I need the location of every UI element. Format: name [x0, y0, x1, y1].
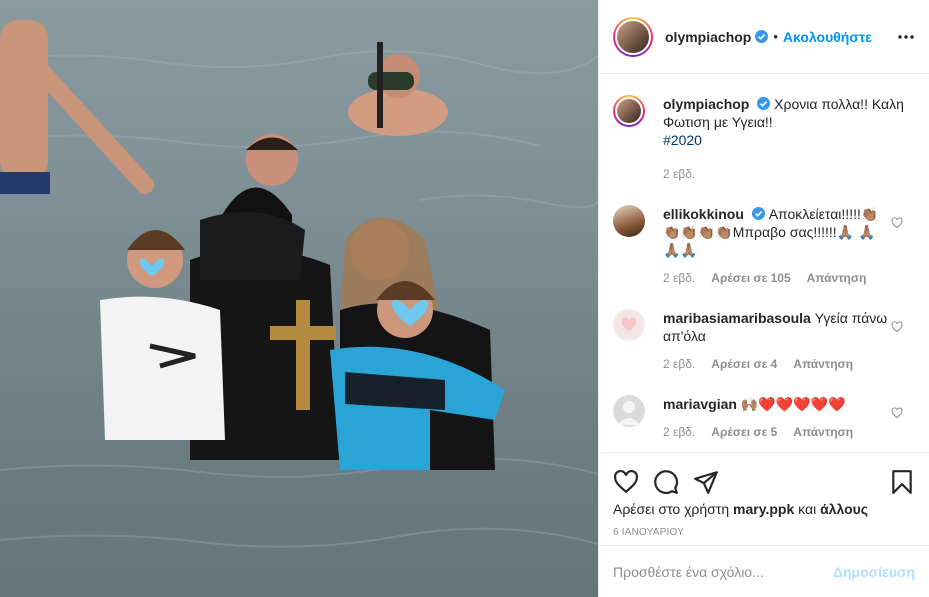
- comment-input[interactable]: [613, 563, 833, 580]
- comment-time[interactable]: 2 εβδ.: [663, 423, 695, 441]
- follow-button[interactable]: Ακολουθήστε: [783, 29, 872, 45]
- heart-icon[interactable]: [613, 469, 639, 495]
- comment-username[interactable]: mariavgian: [663, 396, 737, 412]
- comment-item: mariavgian 🙌🏽❤️❤️❤️❤️❤️ 2 εβδ. Αρέσει σε…: [613, 395, 915, 441]
- reply-button[interactable]: Απάντηση: [807, 269, 867, 287]
- comments-list[interactable]: olympiachop Χρονια πολλα!! Καλη Φωτιση μ…: [599, 75, 929, 451]
- commenter-avatar[interactable]: [613, 395, 645, 427]
- bookmark-icon[interactable]: [889, 469, 915, 495]
- photo-illustration: [0, 20, 598, 548]
- verified-badge-icon: [751, 207, 765, 220]
- post-actions: Αρέσει στο χρήστη mary.ppk και άλλους 6 …: [599, 452, 929, 597]
- comment-time[interactable]: 2 εβδ.: [663, 355, 695, 373]
- reply-button[interactable]: Απάντηση: [793, 423, 853, 441]
- commenter-avatar[interactable]: [613, 309, 645, 341]
- comment-item: ellikokkinou Αποκλείεται!!!!!👏🏽 👏🏽👏🏽👏🏽👏🏽…: [613, 205, 915, 287]
- verified-badge-icon: [755, 30, 769, 43]
- caption-time[interactable]: 2 εβδ.: [663, 165, 695, 183]
- comment-likes[interactable]: Αρέσει σε 5: [711, 423, 777, 441]
- liked-by-prefix: Αρέσει στο χρήστη: [613, 501, 730, 517]
- more-options-icon[interactable]: [897, 28, 915, 46]
- post-header: olympiachop • Ακολουθήστε: [599, 0, 929, 74]
- action-icon-row: [599, 453, 929, 501]
- author-username[interactable]: olympiachop: [665, 29, 751, 45]
- paper-plane-icon[interactable]: [693, 469, 719, 495]
- liked-by-others[interactable]: άλλους: [820, 501, 868, 517]
- post-photo[interactable]: [0, 0, 598, 597]
- post-date[interactable]: 6 ΙΑΝΟΥΑΡΙΟΥ: [599, 527, 929, 538]
- comment-text: 🙌🏽❤️❤️❤️❤️❤️: [740, 396, 846, 412]
- caption-username[interactable]: olympiachop: [663, 96, 749, 112]
- small-heart-icon[interactable]: [891, 321, 903, 333]
- author-avatar[interactable]: [613, 16, 653, 57]
- small-heart-icon[interactable]: [891, 217, 903, 229]
- liked-by: Αρέσει στο χρήστη mary.ppk και άλλους: [599, 501, 929, 517]
- post-side-panel: olympiachop • Ακολουθήστε olympiachop Χρ…: [598, 0, 929, 597]
- heart-avatar-icon: [621, 317, 637, 332]
- verified-badge-icon: [757, 97, 771, 110]
- comment-bubble-icon[interactable]: [653, 469, 679, 495]
- comment-likes[interactable]: Αρέσει σε 4: [711, 355, 777, 373]
- caption-avatar[interactable]: [613, 95, 645, 127]
- add-comment-bar: Δημοσίευση: [599, 545, 929, 597]
- reply-button[interactable]: Απάντηση: [793, 355, 853, 373]
- comment-likes[interactable]: Αρέσει σε 105: [711, 269, 790, 287]
- header-separator: •: [773, 29, 778, 44]
- small-heart-icon[interactable]: [891, 407, 903, 419]
- caption: olympiachop Χρονια πολλα!! Καλη Φωτιση μ…: [613, 95, 915, 183]
- default-avatar-icon: [618, 401, 640, 425]
- liked-by-and: και: [798, 501, 817, 517]
- commenter-avatar[interactable]: [613, 205, 645, 237]
- comment-time[interactable]: 2 εβδ.: [663, 269, 695, 287]
- post-comment-button[interactable]: Δημοσίευση: [833, 564, 915, 580]
- liked-by-user[interactable]: mary.ppk: [733, 501, 794, 517]
- comment-item: maribasiamaribasoula Υγεία πάνω απ'όλα 2…: [613, 309, 915, 373]
- comment-username[interactable]: ellikokkinou: [663, 206, 744, 222]
- caption-hashtag[interactable]: #2020: [663, 132, 702, 148]
- comment-username[interactable]: maribasiamaribasoula: [663, 310, 811, 326]
